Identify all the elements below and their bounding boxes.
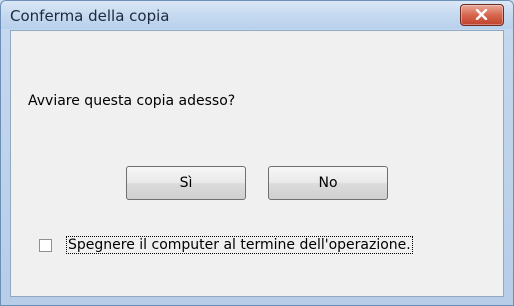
title-bar[interactable]: Conferma della copia — [1, 1, 513, 29]
yes-button[interactable]: Sì — [126, 166, 246, 200]
dialog-body: Avviare questa copia adesso? Sì No Spegn… — [10, 30, 504, 297]
dialog-window: Conferma della copia Avviare questa copi… — [0, 0, 514, 306]
close-button[interactable] — [460, 4, 504, 26]
shutdown-checkbox[interactable] — [39, 239, 52, 252]
shutdown-checkbox-label[interactable]: Spegnere il computer al termine dell'ope… — [66, 236, 413, 254]
confirmation-message: Avviare questa copia adesso? — [28, 93, 236, 109]
window-title: Conferma della copia — [10, 7, 170, 25]
close-icon — [475, 9, 488, 20]
no-button[interactable]: No — [268, 166, 388, 200]
